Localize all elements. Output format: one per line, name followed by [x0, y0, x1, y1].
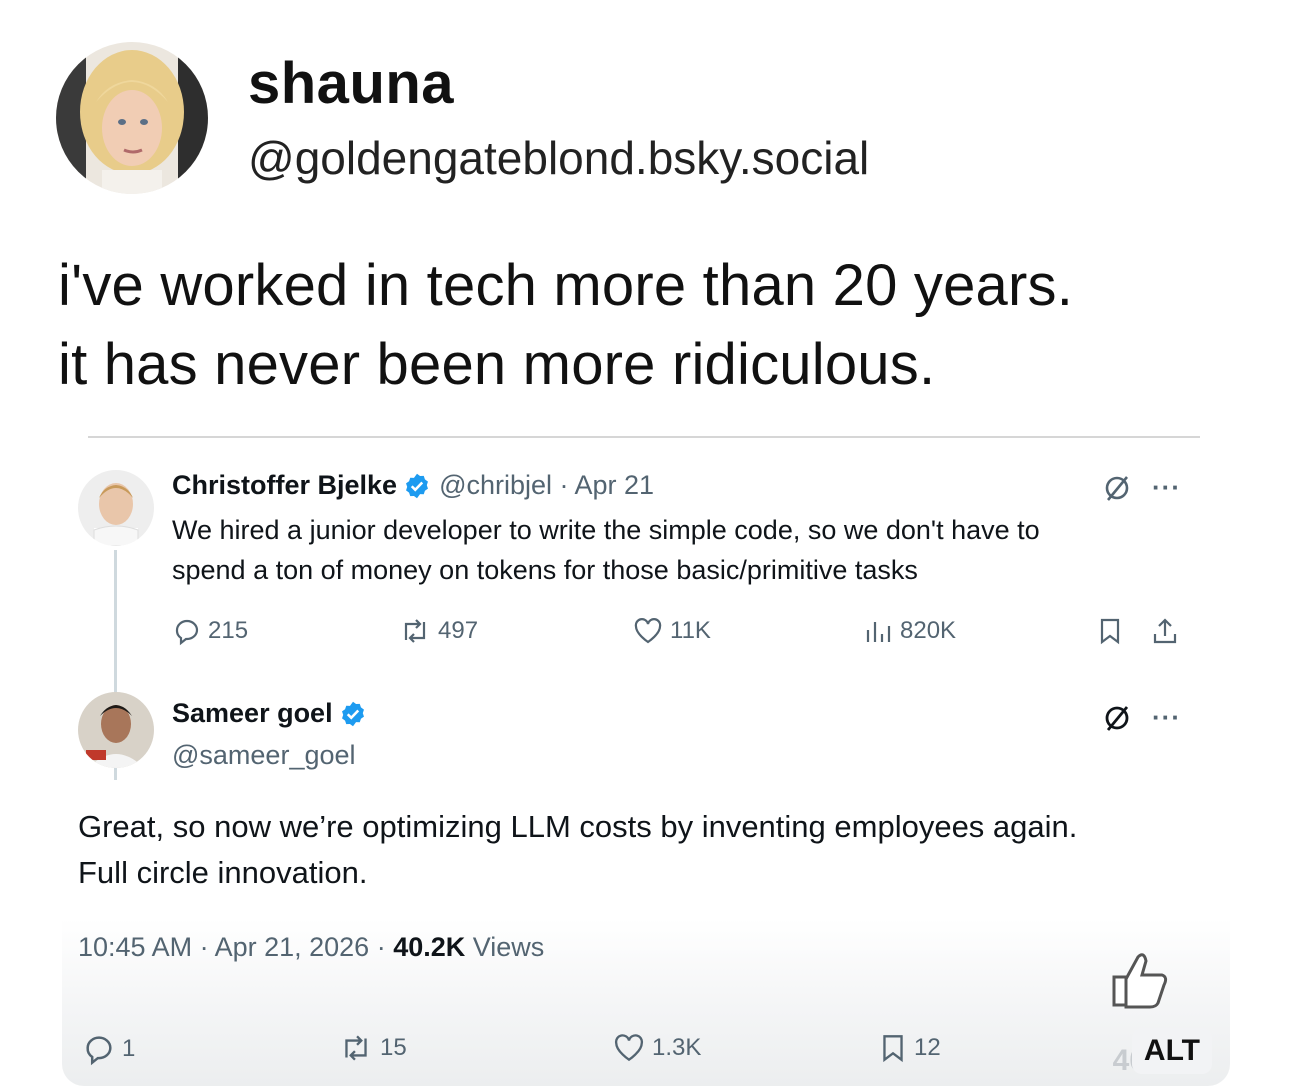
author-avatar[interactable] — [56, 42, 208, 194]
like-action[interactable]: 1.3K — [612, 1032, 701, 1064]
reply-views-count: 40.2K — [393, 932, 466, 962]
quoted-meta: @chribjel · Apr 21 — [439, 470, 655, 500]
reply-text: Great, so now we’re optimizing LLM costs… — [78, 804, 1077, 896]
slashed-circle-icon[interactable] — [1102, 473, 1132, 503]
bookmark-icon — [1100, 618, 1120, 645]
quoted-name[interactable]: Christoffer Bjelke — [172, 470, 397, 501]
repost-arrows-icon — [404, 619, 426, 643]
post-text-line: it has never been more ridiculous. — [58, 332, 936, 397]
reply-text-line: Great, so now we’re optimizing LLM costs… — [78, 809, 1078, 844]
like-count: 11K — [670, 617, 711, 644]
reply-action-row: 1 15 1.3K 12 — [82, 1032, 982, 1072]
views-action[interactable]: 820K — [862, 616, 956, 646]
repost-action[interactable]: 497 — [398, 616, 478, 646]
verified-badge-icon — [341, 701, 364, 726]
repost-count: 497 — [438, 617, 479, 644]
reply-handle-row: @sameer_goel — [172, 740, 356, 771]
post-author: shauna @goldengateblond.bsky.social — [56, 42, 869, 194]
comment-bubble-icon — [175, 619, 199, 646]
share-action[interactable] — [1150, 616, 1186, 646]
more-dots-icon[interactable]: ··· — [1152, 472, 1181, 503]
share-upload-icon — [1153, 618, 1177, 644]
reply-corner-actions: ··· — [1102, 702, 1181, 733]
reply-handle[interactable]: @sameer_goel — [172, 740, 356, 771]
verified-badge-icon — [406, 473, 429, 498]
post-text-line: i've worked in tech more than 20 years. — [58, 253, 1074, 318]
quoted-text: We hired a junior developer to write the… — [172, 510, 1040, 590]
reply-count: 215 — [208, 617, 249, 644]
reply-timestamp: 10:45 AM · Apr 21, 2026 · 40.2K Views — [78, 932, 544, 963]
reply-action[interactable]: 215 — [172, 616, 248, 646]
post-text: i've worked in tech more than 20 years. … — [58, 246, 1238, 404]
quoted-avatar — [78, 470, 154, 546]
reply-views-label: Views — [465, 932, 545, 962]
like-action[interactable]: 11K — [632, 616, 711, 646]
author-handle[interactable]: @goldengateblond.bsky.social — [248, 135, 869, 181]
reply-action[interactable]: 1 — [82, 1032, 135, 1066]
quoted-text-line: We hired a junior developer to write the… — [172, 515, 1040, 545]
bookmark-icon — [883, 1035, 903, 1063]
quoted-action-row: 215 497 11K 820K — [172, 616, 1192, 656]
bookmark-action[interactable] — [1096, 616, 1130, 646]
reply-count: 1 — [122, 1035, 136, 1062]
bookmark-action[interactable]: 12 — [878, 1032, 941, 1064]
repost-action[interactable]: 15 — [338, 1032, 407, 1064]
reply-name[interactable]: Sameer goel — [172, 698, 333, 729]
views-count: 820K — [900, 617, 957, 644]
bar-chart-icon — [866, 622, 891, 642]
like-count: 1.3K — [652, 1034, 702, 1061]
quoted-header: Christoffer Bjelke @chribjel · Apr 21 — [172, 470, 654, 501]
heart-icon — [634, 618, 662, 644]
slashed-circle-icon[interactable] — [1102, 703, 1132, 733]
repost-count: 15 — [380, 1034, 407, 1061]
repost-arrows-icon — [345, 1035, 367, 1061]
comment-bubble-icon — [86, 1036, 112, 1066]
heart-icon — [614, 1034, 644, 1062]
thumbs-up-icon — [1104, 943, 1174, 1018]
reply-time[interactable]: 10:45 AM · Apr 21, 2026 · — [78, 932, 393, 962]
embedded-image[interactable]: Christoffer Bjelke @chribjel · Apr 21 ··… — [62, 440, 1230, 1086]
divider — [88, 436, 1200, 438]
reply-header: Sameer goel — [172, 698, 367, 729]
reply-text-line: Full circle innovation. — [78, 855, 368, 890]
bookmark-count: 12 — [914, 1034, 941, 1061]
reply-avatar — [78, 692, 154, 768]
alt-badge[interactable]: ALT — [1131, 1028, 1212, 1074]
author-name[interactable]: shauna — [248, 55, 869, 113]
quoted-text-line: spend a ton of money on tokens for those… — [172, 555, 918, 585]
more-dots-icon[interactable]: ··· — [1152, 702, 1181, 733]
quoted-corner-actions: ··· — [1102, 472, 1181, 503]
